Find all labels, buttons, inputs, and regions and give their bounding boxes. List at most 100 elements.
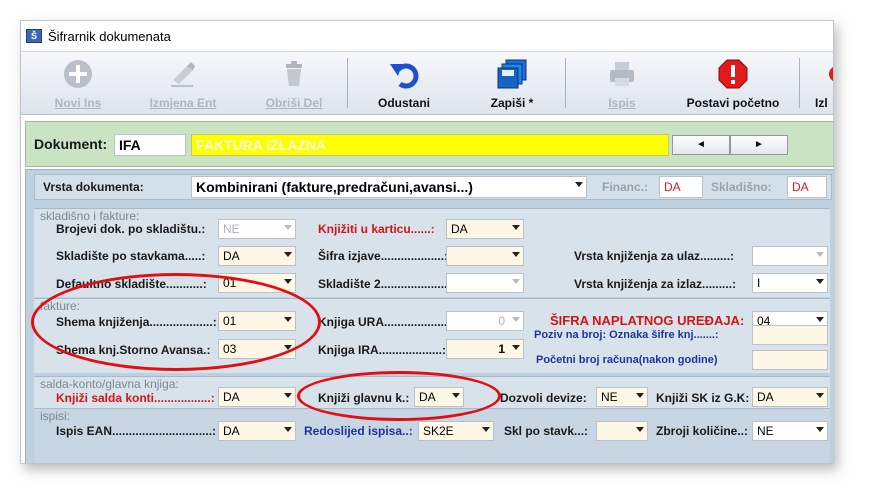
- annotation-oval-glavna: [297, 371, 501, 421]
- zapisi-button[interactable]: Zapiši *: [471, 52, 553, 114]
- skl-label: Skl po stavk...:: [504, 424, 589, 438]
- izjava-dropdown[interactable]: [446, 246, 524, 266]
- vrsta-dropdown[interactable]: Kombinirani (fakture,predračuni,avansi..…: [191, 176, 587, 198]
- undo-icon: [390, 63, 419, 89]
- chevron-down-icon: [512, 317, 520, 322]
- pocetni-field[interactable]: [752, 350, 828, 370]
- devize-dropdown[interactable]: NE: [596, 387, 648, 407]
- document-name-input[interactable]: FAKTURA IZLAZNA: [191, 134, 669, 156]
- redoslijed-value: SK2E: [423, 424, 454, 438]
- sk-dropdown[interactable]: DA: [752, 387, 828, 407]
- chevron-down-icon: [512, 345, 520, 350]
- obrisi-del-label: Obriši Del: [265, 96, 323, 110]
- odustani-button[interactable]: Odustani: [361, 52, 447, 114]
- salda-konti-dropdown[interactable]: DA: [218, 387, 296, 407]
- sifra-naplatnog-label: ŠIFRA NAPLATNOG UREĐAJA:: [550, 313, 745, 328]
- poziv-field[interactable]: [752, 325, 828, 345]
- salda-section-label: salda-konto/glavna knjiga:: [40, 377, 179, 391]
- toolbar-separator: [799, 58, 800, 108]
- chevron-down-icon: [284, 252, 292, 257]
- title-bar: Š Šifrarnik dokumenata: [21, 21, 833, 51]
- chevron-down-icon: [284, 393, 292, 398]
- brojevi-value: NE: [223, 222, 240, 236]
- ispis-button[interactable]: Ispis: [581, 52, 663, 114]
- document-bar: Dokument: IFA FAKTURA IZLAZNA ◄ ►: [25, 121, 833, 167]
- stavke-label: Skladište po stavkama.....:: [56, 249, 206, 263]
- izlaz-value: I: [757, 276, 761, 290]
- zbroji-value: NE: [757, 424, 774, 438]
- postavi-pocetno-button[interactable]: Postavi početno: [675, 52, 791, 114]
- chevron-down-icon: [284, 279, 292, 284]
- ulaz-dropdown[interactable]: [752, 246, 828, 266]
- document-label: Dokument:: [34, 136, 108, 152]
- poziv-label: Poziv na broj: Oznaka šifre knj.......:: [534, 329, 719, 341]
- toolbar-separator: [565, 58, 566, 108]
- chevron-down-icon: [816, 252, 824, 257]
- stavke-dropdown[interactable]: DA: [218, 246, 296, 266]
- redoslijed-dropdown[interactable]: SK2E: [418, 421, 494, 441]
- obrisi-del-button[interactable]: Obriši Del: [249, 52, 339, 114]
- chevron-down-icon: [284, 225, 292, 230]
- skladisno-label: Skladišno:: [711, 180, 772, 194]
- skladisno-field: DA: [787, 176, 827, 198]
- ean-label: Ispis EAN..............................:: [56, 424, 217, 438]
- chevron-down-icon: [512, 252, 520, 257]
- izjava-label: Šifra izjave...................:: [318, 249, 449, 263]
- toolbar-separator: [347, 58, 348, 108]
- novi-ins-label: Novi Ins: [54, 96, 102, 110]
- stop-icon: [718, 59, 748, 89]
- ira-value: 1: [498, 342, 505, 356]
- ura-dropdown[interactable]: 0: [446, 311, 524, 331]
- skl-dropdown[interactable]: [596, 421, 648, 441]
- salda-konti-value: DA: [223, 390, 240, 404]
- izlaz-button[interactable]: Izl: [807, 52, 833, 114]
- devize-value: NE: [601, 390, 618, 404]
- printer-icon: [610, 62, 634, 86]
- trash-icon: [286, 61, 302, 86]
- izlaz-label: Vrsta knjiženja za izlaz.........:: [574, 277, 737, 291]
- chevron-down-icon: [636, 427, 644, 432]
- skladisno-section-label: skladišno i fakture:: [40, 209, 140, 223]
- izmjena-ent-button[interactable]: Izmjena Ent: [133, 52, 233, 114]
- ura-value: 0: [498, 314, 505, 328]
- next-record-button[interactable]: ►: [730, 135, 788, 155]
- ira-dropdown[interactable]: 1: [446, 339, 524, 359]
- sk-value: DA: [757, 390, 774, 404]
- ispis-label: Ispis: [608, 96, 636, 110]
- financ-field: DA: [659, 176, 703, 198]
- skl2-dropdown[interactable]: [446, 273, 524, 293]
- chevron-down-icon: [482, 427, 490, 432]
- app-icon: Š: [26, 29, 42, 43]
- ean-value: DA: [223, 424, 240, 438]
- brojevi-dropdown[interactable]: NE: [218, 219, 296, 239]
- app-window: Š Šifrarnik dokumenata Novi Ins Izmjena …: [20, 20, 834, 464]
- odustani-label: Odustani: [377, 96, 430, 110]
- novi-ins-button[interactable]: Novi Ins: [39, 52, 117, 114]
- izlaz-label: Izl: [815, 96, 828, 110]
- ira-label: Knjiga IRA...................:: [318, 343, 447, 357]
- izmjena-ent-label: Izmjena Ent: [149, 96, 217, 110]
- save-icon: [497, 59, 527, 89]
- prev-record-button[interactable]: ◄: [672, 135, 730, 155]
- izlaz-dropdown[interactable]: I: [752, 273, 828, 293]
- edit-icon: [171, 62, 195, 87]
- postavi-pocetno-label: Postavi početno: [686, 96, 780, 110]
- pocetni-label: Početni broj računa(nakon godine): [536, 354, 718, 366]
- brojevi-label: Brojevi dok. po skladištu.:: [56, 222, 206, 236]
- ura-label: Knjiga URA...................:: [318, 315, 452, 329]
- devize-label: Dozvoli devize:: [500, 391, 587, 405]
- chevron-down-icon: [575, 182, 583, 187]
- chevron-down-icon: [512, 279, 520, 284]
- knjiziti-dropdown[interactable]: DA: [446, 219, 524, 239]
- chevron-down-icon: [284, 427, 292, 432]
- chevron-down-icon: [816, 317, 824, 322]
- document-code-input[interactable]: IFA: [114, 134, 186, 156]
- toolbar: Novi Ins Izmjena Ent Obriši Del Odustani…: [21, 51, 833, 115]
- knjiziti-label: Knjižiti u karticu......:: [318, 222, 435, 236]
- annotation-oval-shema: [31, 273, 321, 371]
- zapisi-label: Zapiši *: [490, 96, 534, 110]
- ulaz-label: Vrsta knjiženja za ulaz.........:: [574, 249, 735, 263]
- plus-icon: [64, 60, 92, 88]
- zbroji-dropdown[interactable]: NE: [752, 421, 828, 441]
- ean-dropdown[interactable]: DA: [218, 421, 296, 441]
